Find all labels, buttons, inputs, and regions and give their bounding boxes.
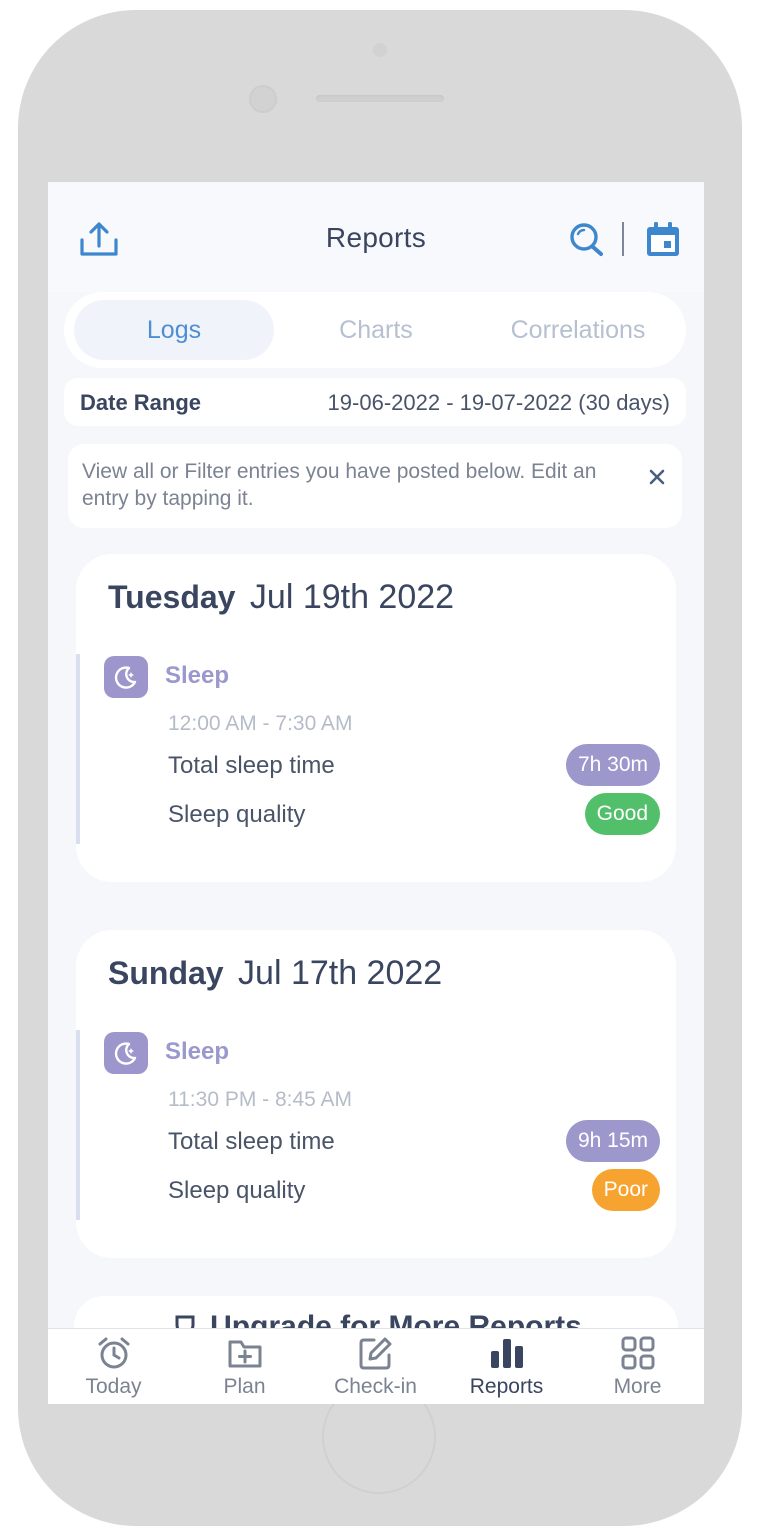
sleep-moon-icon — [104, 1032, 148, 1074]
sleep-quality-label: Sleep quality — [168, 801, 306, 828]
total-sleep-label: Total sleep time — [168, 752, 335, 779]
bottom-nav: Today Plan Check-in Reports More — [48, 1328, 704, 1404]
nav-label: More — [613, 1375, 662, 1398]
nav-label: Check-in — [334, 1375, 417, 1398]
entry-accent-bar — [76, 654, 80, 844]
earpiece-speaker — [316, 95, 444, 102]
total-sleep-value-badge: 7h 30m — [565, 744, 660, 786]
total-sleep-label: Total sleep time — [168, 1128, 335, 1155]
day-name: Sunday — [108, 955, 224, 991]
nav-label: Plan — [223, 1375, 266, 1398]
day-date: Jul 19th 2022 — [249, 578, 455, 616]
entry-time-range: 12:00 AM - 7:30 AM — [168, 712, 353, 735]
total-sleep-value-badge: 9h 15m — [565, 1120, 660, 1162]
day-heading: Tuesday Jul 19th 2022 — [108, 578, 454, 617]
day-date: Jul 17th 2022 — [238, 954, 443, 992]
sleep-quality-badge: Good — [584, 793, 660, 835]
nav-plan[interactable]: Plan — [179, 1329, 310, 1404]
entry-time-range: 11:30 PM - 8:45 AM — [168, 1088, 353, 1111]
day-name: Tuesday — [108, 579, 236, 615]
nav-more[interactable]: More — [572, 1329, 703, 1404]
edit-icon — [359, 1337, 392, 1370]
header: Reports — [48, 182, 704, 292]
info-banner-text: View all or Filter entries you have post… — [82, 460, 597, 510]
tab-correlations[interactable]: Correlations — [478, 300, 678, 360]
nav-label: Today — [85, 1375, 142, 1398]
sleep-quality-badge: Poor — [591, 1169, 660, 1211]
grid-icon — [621, 1336, 655, 1370]
sleep-moon-icon — [104, 656, 148, 698]
date-range-label: Date Range — [80, 390, 202, 415]
bar-chart-icon — [491, 1339, 523, 1368]
day-heading: Sunday Jul 17th 2022 — [108, 954, 442, 993]
entry-title[interactable]: Sleep — [165, 662, 229, 690]
date-range-value: 19-06-2022 - 19-07-2022 (30 days) — [327, 390, 670, 415]
nav-today[interactable]: Today — [48, 1329, 179, 1404]
folder-plus-icon — [228, 1340, 262, 1368]
tab-charts[interactable]: Charts — [276, 300, 476, 360]
app-screen: Reports Logs Charts Correlations Date Ra… — [48, 182, 704, 1404]
entry-accent-bar — [76, 1030, 80, 1220]
day-card: Tuesday Jul 19th 2022 Sleep 12:00 AM - 7… — [76, 554, 676, 882]
nav-check-in[interactable]: Check-in — [310, 1329, 441, 1404]
alarm-clock-icon — [98, 1337, 130, 1369]
front-camera — [249, 85, 277, 113]
tab-logs[interactable]: Logs — [74, 300, 274, 360]
report-tabs: Logs Charts Correlations — [64, 292, 686, 368]
header-divider — [622, 222, 624, 256]
info-banner: View all or Filter entries you have post… — [68, 444, 682, 528]
date-range-row[interactable]: Date Range 19-06-2022 - 19-07-2022 (30 d… — [64, 378, 686, 426]
search-icon[interactable] — [568, 220, 606, 260]
nav-reports[interactable]: Reports — [441, 1329, 572, 1404]
day-card: Sunday Jul 17th 2022 Sleep 11:30 PM - 8:… — [76, 930, 676, 1258]
close-icon[interactable] — [644, 464, 670, 490]
entry-title[interactable]: Sleep — [165, 1038, 229, 1066]
sleep-quality-label: Sleep quality — [168, 1177, 306, 1204]
proximity-sensor — [373, 43, 387, 57]
nav-label: Reports — [469, 1375, 544, 1398]
calendar-icon[interactable] — [644, 220, 682, 260]
